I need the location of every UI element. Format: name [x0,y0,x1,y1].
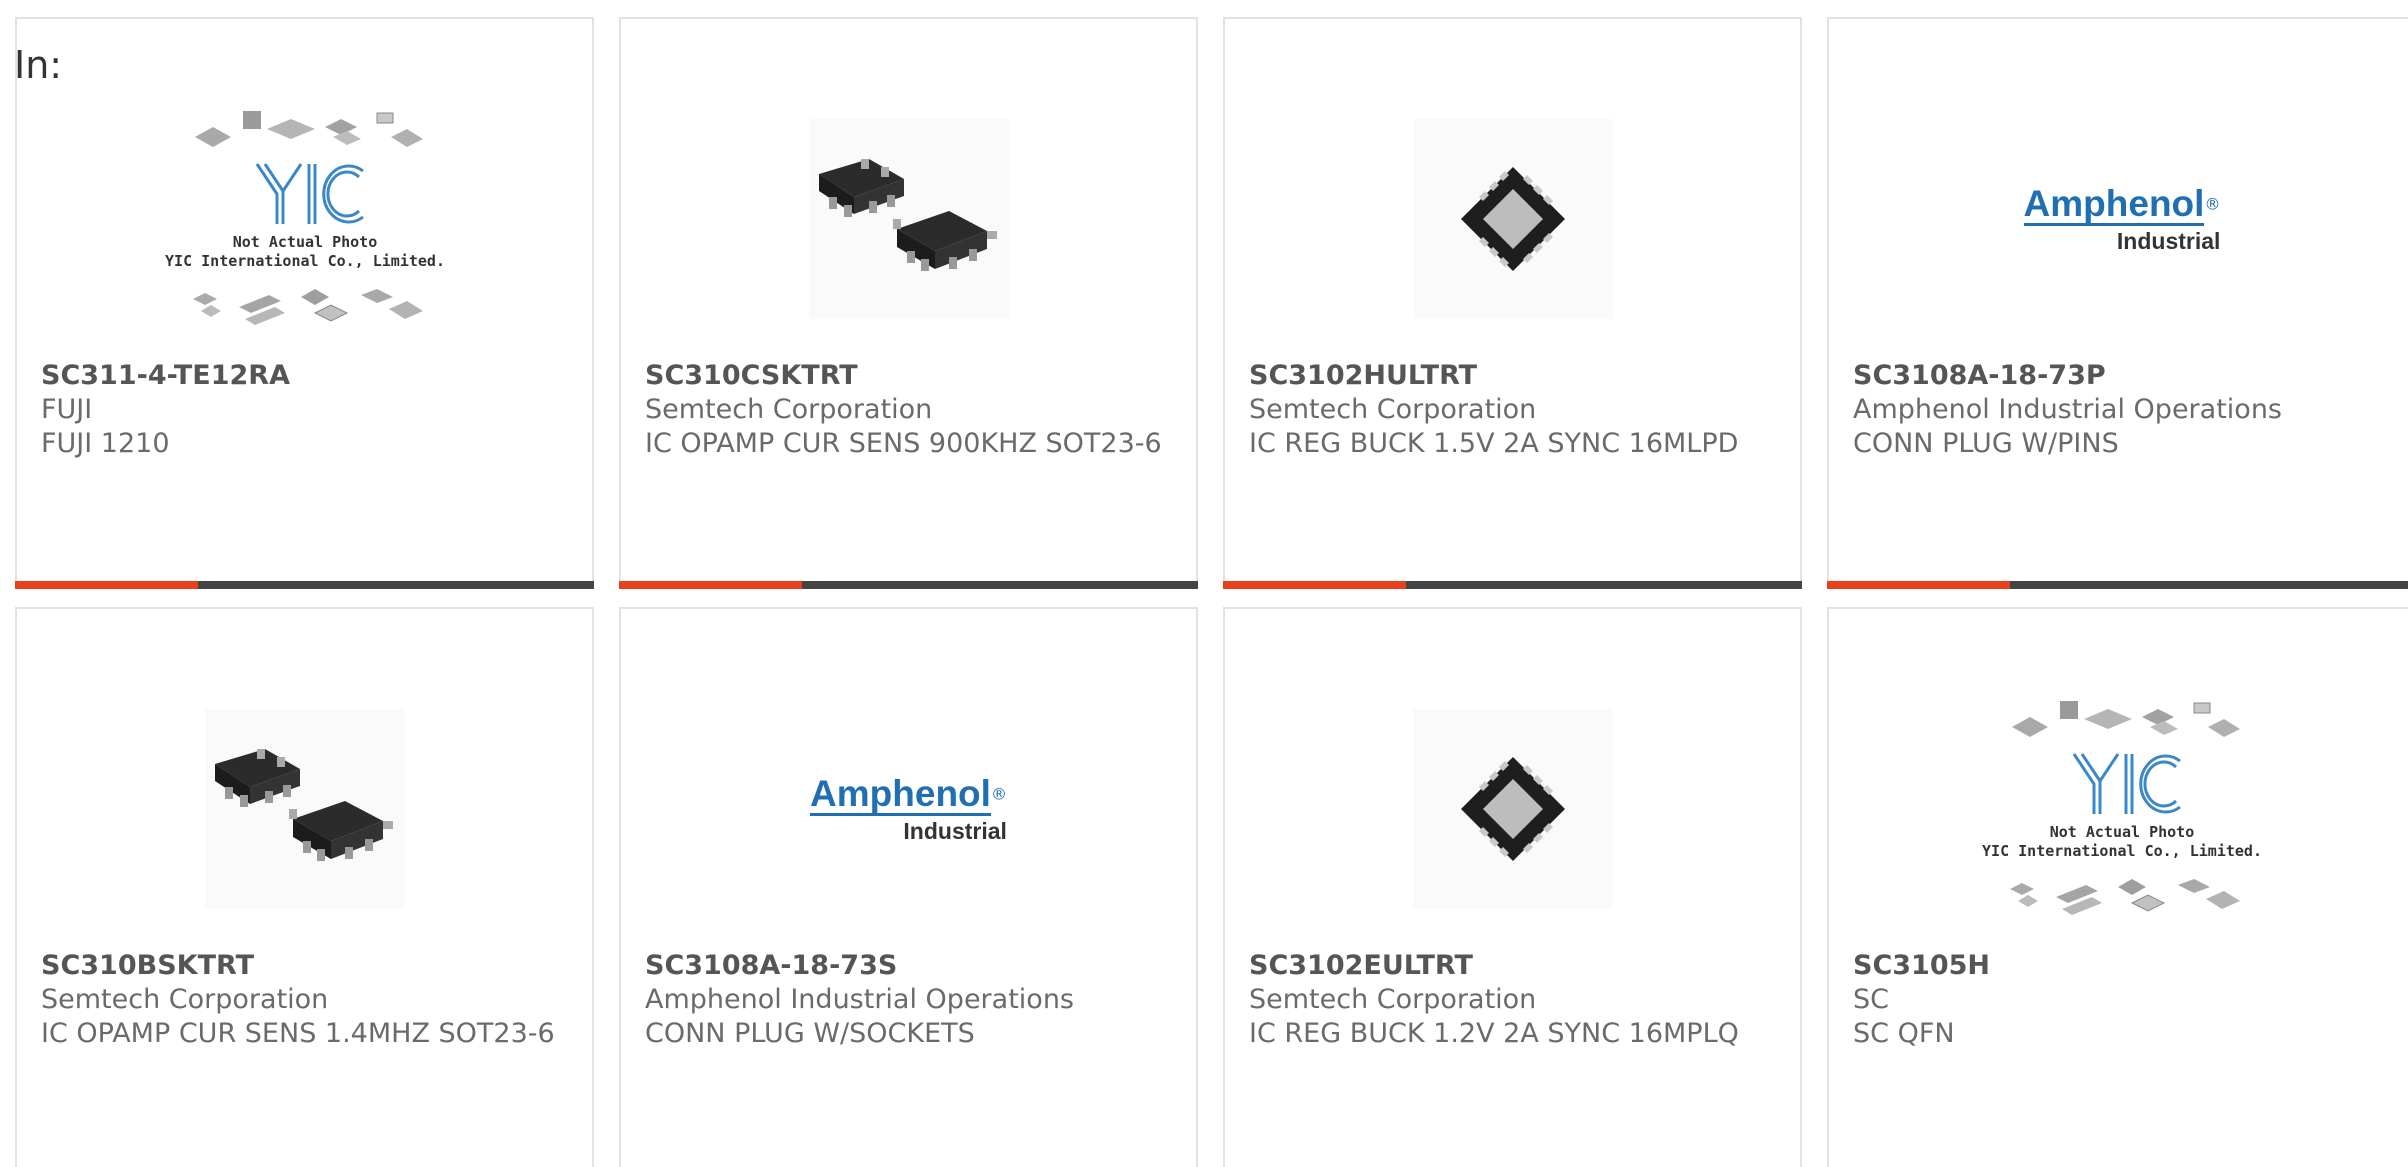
card-accent [1827,581,2010,589]
amphenol-logo-subtitle: Industrial [903,818,1007,844]
card-accent [1223,581,1406,589]
amphenol-logo-wordmark: Amphenol [810,773,991,816]
product-info: SC310BSKTRT Semtech Corporation IC OPAMP… [41,949,572,1051]
amphenol-logo: Amphenol® Industrial [810,775,1007,843]
registered-mark: ® [990,784,1007,804]
manufacturer-name: Semtech Corporation [41,984,329,1015]
product-description: CONN PLUG W/PINS [1853,428,2119,459]
product-card[interactable]: Amphenol® Industrial SC3108A-18-73S Amph… [619,607,1198,1167]
product-description: CONN PLUG W/SOCKETS [645,1018,975,1049]
card-bottom-bar [1223,581,1802,589]
product-image-qfn [1225,669,1800,949]
product-card[interactable]: Not Actual Photo YIC International Co., … [1827,607,2408,1167]
card-accent [619,581,802,589]
manufacturer-name: SC [1853,984,1889,1015]
amphenol-logo-wordmark: Amphenol [2023,183,2205,226]
part-number-link[interactable]: SC3102HULTRT [1249,359,1780,393]
product-card[interactable]: Not Actual Photo YIC International Co., … [15,17,594,589]
manufacturer-name: FUJI [41,394,93,425]
product-image-qfn [1225,79,1800,359]
product-info: SC311-4-TE12RA FUJI FUJI 1210 [41,359,572,461]
card-bottom-bar [15,581,594,589]
product-image-yic-placeholder: Not Actual Photo YIC International Co., … [17,79,592,359]
product-card[interactable]: Amphenol® Industrial SC3108A-18-73P Amph… [1827,17,2408,589]
registered-mark: ® [2204,194,2221,214]
part-number-link[interactable]: SC3105H [1853,949,2395,983]
qfn-package-image [1412,119,1613,319]
manufacturer-name: Amphenol Industrial Operations [645,984,1074,1015]
card-accent [15,581,198,589]
product-card[interactable]: SC3102HULTRT Semtech Corporation IC REG … [1223,17,1802,589]
card-bottom-bar [1827,581,2408,589]
product-info: SC3105H SC SC QFN [1853,949,2395,1051]
product-info: SC310CSKTRT Semtech Corporation IC OPAMP… [645,359,1176,461]
part-number-link[interactable]: SC310BSKTRT [41,949,572,983]
svg-text:YIC International Co., Limited: YIC International Co., Limited. [165,252,445,270]
manufacturer-name: Amphenol Industrial Operations [1853,394,2282,425]
product-description: IC OPAMP CUR SENS 900KHZ SOT23-6 [645,428,1162,459]
product-description: IC REG BUCK 1.5V 2A SYNC 16MLPD [1249,428,1739,459]
manufacturer-name: Semtech Corporation [1249,394,1537,425]
product-image-sot23 [621,79,1196,359]
qfn-package-image [1412,709,1613,909]
part-number-link[interactable]: SC3108A-18-73S [645,949,1176,983]
sot23-package-image [808,119,1009,319]
part-number-link[interactable]: SC3102EULTRT [1249,949,1780,983]
product-image-amphenol: Amphenol® Industrial [621,669,1196,949]
product-description: IC OPAMP CUR SENS 1.4MHZ SOT23-6 [41,1018,555,1049]
product-image-yic-placeholder: Not Actual Photo YIC International Co., … [1829,669,2408,949]
product-card[interactable]: SC310BSKTRT Semtech Corporation IC OPAMP… [15,607,594,1167]
product-card[interactable]: SC3102EULTRT Semtech Corporation IC REG … [1223,607,1802,1167]
amphenol-logo-subtitle: Industrial [2116,228,2221,254]
yic-placeholder-image: Not Actual Photo YIC International Co., … [1982,701,2262,915]
sot23-package-image [204,709,405,909]
product-description: SC QFN [1853,1018,1955,1049]
svg-text:YIC International Co., Limited: YIC International Co., Limited. [1982,842,2262,860]
product-grid-page: In: Not Actual Photo YIC International C… [0,0,2408,1167]
product-image-amphenol: Amphenol® Industrial [1829,79,2408,359]
manufacturer-name: Semtech Corporation [645,394,933,425]
part-number-link[interactable]: SC3108A-18-73P [1853,359,2395,393]
part-number-link[interactable]: SC311-4-TE12RA [41,359,572,393]
product-info: SC3108A-18-73P Amphenol Industrial Opera… [1853,359,2395,461]
svg-text:Not Actual Photo: Not Actual Photo [2050,823,2195,841]
product-info: SC3108A-18-73S Amphenol Industrial Opera… [645,949,1176,1051]
product-info: SC3102HULTRT Semtech Corporation IC REG … [1249,359,1780,461]
product-description: IC REG BUCK 1.2V 2A SYNC 16MPLQ [1249,1018,1739,1049]
manufacturer-name: Semtech Corporation [1249,984,1537,1015]
product-info: SC3102EULTRT Semtech Corporation IC REG … [1249,949,1780,1051]
product-card[interactable]: SC310CSKTRT Semtech Corporation IC OPAMP… [619,17,1198,589]
amphenol-logo: Amphenol® Industrial [2023,183,2221,254]
svg-text:Not Actual Photo: Not Actual Photo [232,233,377,251]
product-description: FUJI 1210 [41,428,170,459]
yic-placeholder-image: Not Actual Photo YIC International Co., … [165,111,445,325]
product-image-sot23 [17,669,592,949]
card-bottom-bar [619,581,1198,589]
part-number-link[interactable]: SC310CSKTRT [645,359,1176,393]
filter-label: In: [14,43,63,87]
